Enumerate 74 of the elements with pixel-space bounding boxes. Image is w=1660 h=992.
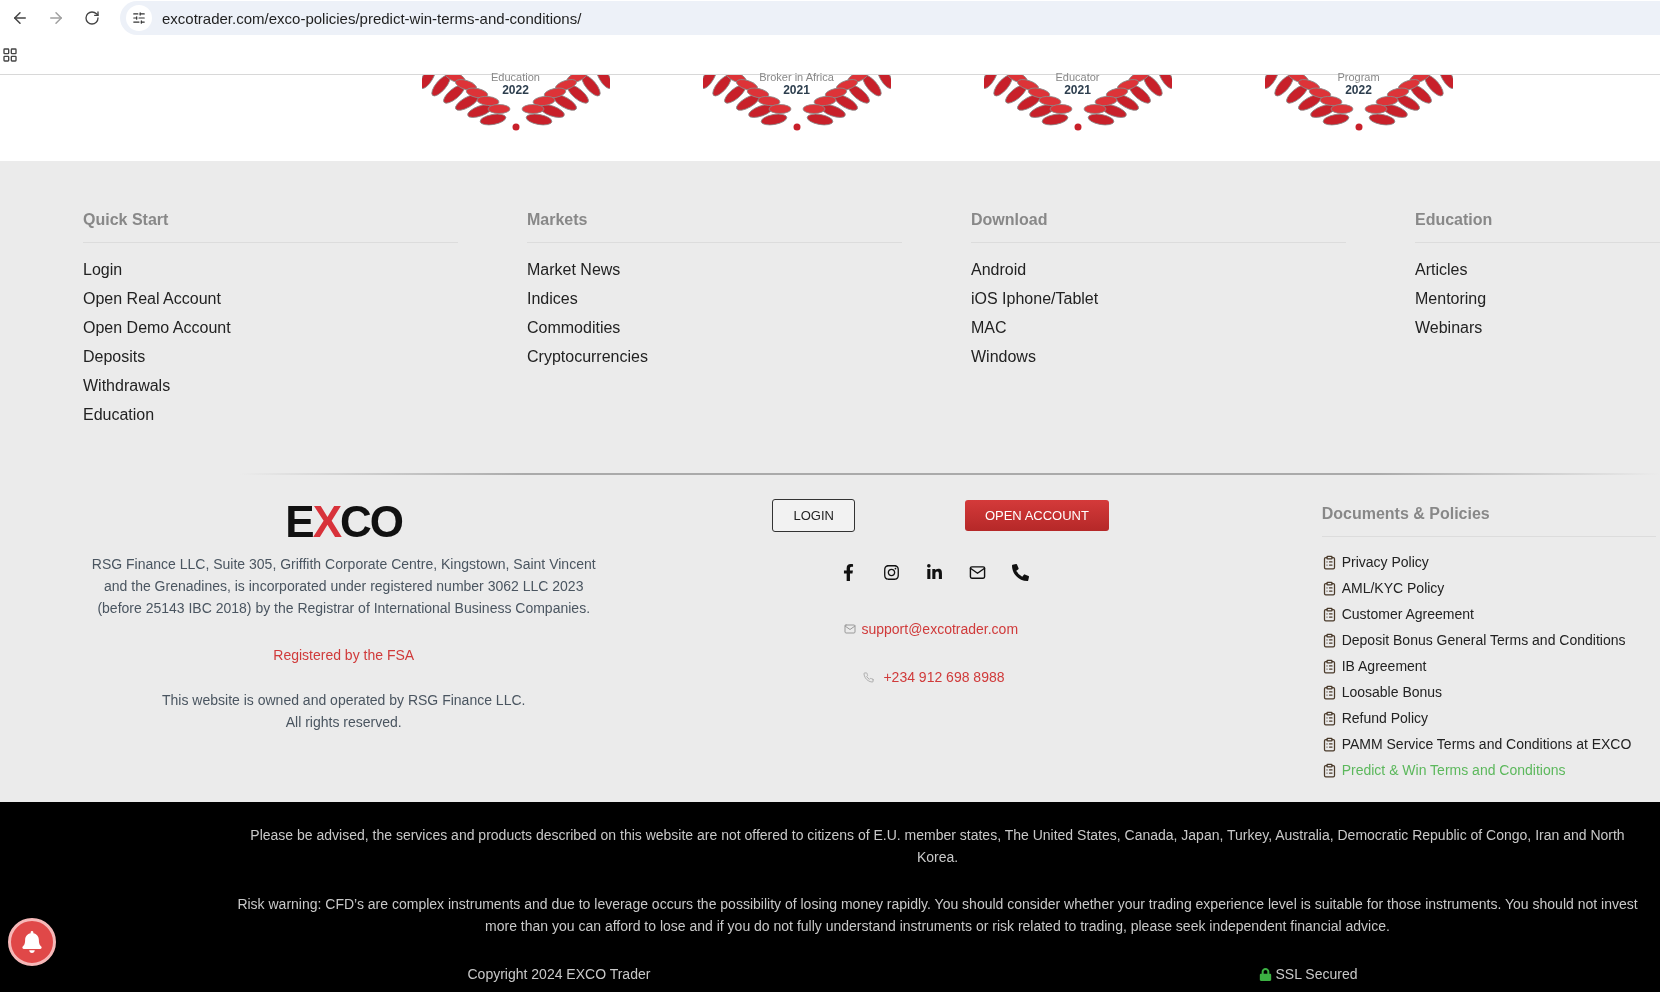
- email-link[interactable]: support@excotrader.com: [861, 621, 1019, 637]
- footer-link[interactable]: Articles: [1415, 255, 1468, 284]
- clipboard-icon: [1321, 554, 1337, 570]
- reload-icon: [84, 10, 100, 26]
- award-year: 2022: [502, 83, 529, 97]
- copyright-text: Copyright 2024 EXCO Trader: [467, 966, 651, 982]
- fsa-link[interactable]: Registered by the FSA: [273, 647, 415, 663]
- ownership-text: This website is owned and operated by RSG Finance LLC.: [162, 691, 526, 710]
- ownership-text: All rights reserved.: [285, 713, 402, 732]
- column-heading: Download: [971, 211, 1346, 243]
- column-heading: Quick Start: [83, 211, 458, 243]
- policy-link[interactable]: Deposit Bonus General Terms and Conditions: [1321, 627, 1660, 653]
- footer-link[interactable]: Android: [971, 255, 1027, 284]
- footer-link[interactable]: Deposits: [83, 342, 146, 371]
- clipboard-icon: [1321, 684, 1337, 700]
- clipboard-icon: [1321, 658, 1337, 674]
- footer-link[interactable]: Education: [83, 400, 155, 429]
- phone-link[interactable]: +234 912 698 8988: [883, 669, 1005, 685]
- login-button[interactable]: LOGIN: [772, 499, 855, 532]
- column-heading: Education: [1415, 211, 1660, 243]
- instagram-icon[interactable]: [883, 564, 901, 581]
- address-bar[interactable]: excotrader.com/exco-policies/predict-win-terms-and-conditions/: [120, 1, 1660, 35]
- footer-link[interactable]: Open Real Account: [83, 284, 221, 313]
- award-title: Education: [491, 71, 540, 83]
- footer-link[interactable]: Open Demo Account: [83, 313, 231, 342]
- footer-link[interactable]: Webinars: [1415, 313, 1483, 342]
- policy-link[interactable]: Customer Agreement: [1321, 601, 1660, 627]
- linkedin-icon[interactable]: [926, 564, 944, 581]
- documents-heading: Documents & Policies: [1321, 499, 1656, 537]
- forward-arrow-icon: [47, 9, 65, 27]
- exco-logo: EXCO: [285, 499, 403, 545]
- footer-link[interactable]: Cryptocurrencies: [527, 342, 648, 371]
- lock-icon: [1258, 967, 1272, 981]
- mail-icon: [844, 623, 857, 635]
- clipboard-icon: [1321, 736, 1337, 752]
- site-settings-icon[interactable]: [126, 5, 152, 31]
- policy-link[interactable]: IB Agreement: [1321, 653, 1660, 679]
- award-year: 2021: [783, 83, 810, 97]
- ssl-text: SSL Secured: [1275, 966, 1358, 982]
- footer-link[interactable]: MAC: [971, 313, 1007, 342]
- disclaimer-text: Please be advised, the services and products described on this website are not offered to citizens of E.U. member states, The United States, Canada, Japan, Turkey, Australia, Democratic Republic of Congo, Iran and North Korea.: [249, 826, 1626, 867]
- award-title: Program: [1337, 71, 1380, 83]
- policy-link[interactable]: PAMM Service Terms and Conditions at EXCO: [1321, 731, 1660, 757]
- footer-link[interactable]: iOS Iphone/Tablet: [971, 284, 1099, 313]
- footer-link[interactable]: Withdrawals: [83, 371, 171, 400]
- risk-warning-text: Risk warning: CFD’s are complex instruments and due to leverage occurs the possibility of losing money rapidly. You should consider whether your trading experience level is suitable for those instruments. You should not invest more than you can afford to lose and if you do not fully understand instruments or risk related to trading, please seek independent financial advice.: [236, 895, 1639, 936]
- clipboard-icon: [1321, 580, 1337, 596]
- award-year: 2021: [1064, 83, 1091, 97]
- url-text: excotrader.com/exco-policies/predict-win-terms-and-conditions/: [162, 9, 582, 27]
- policy-link[interactable]: Refund Policy: [1321, 705, 1660, 731]
- footer-link[interactable]: Market News: [527, 255, 621, 284]
- phone-icon[interactable]: [1012, 564, 1030, 581]
- clipboard-icon: [1321, 710, 1337, 726]
- apps-grid-icon[interactable]: [2, 47, 18, 63]
- footer-link[interactable]: Windows: [971, 342, 1036, 371]
- company-address: RSG Finance LLC, Suite 305, Griffith Corporate Centre, Kingstown, Saint Vincent and the Grenadines, is incorporated under registered number 3062 LLC 2023 (before 25143 IBC 2018) by the Registrar of International Business Companies.: [90, 555, 597, 618]
- column-heading: Markets: [527, 211, 902, 243]
- clipboard-icon: [1321, 762, 1337, 778]
- policy-link[interactable]: AML/KYC Policy: [1321, 575, 1660, 601]
- award-title: Educator: [1055, 71, 1100, 83]
- award-title: Broker in Africa: [759, 71, 834, 83]
- policy-link[interactable]: Loosable Bonus: [1321, 679, 1660, 705]
- clipboard-icon: [1321, 606, 1337, 622]
- footer-link[interactable]: Mentoring: [1415, 284, 1487, 313]
- footer-link[interactable]: Indices: [527, 284, 578, 313]
- open-account-button[interactable]: OPEN ACCOUNT: [964, 500, 1109, 531]
- footer-link[interactable]: Login: [83, 255, 123, 284]
- award-year: 2022: [1345, 83, 1372, 97]
- policy-link[interactable]: Privacy Policy: [1321, 549, 1660, 575]
- bell-icon: [21, 931, 43, 953]
- phone-icon: [863, 671, 875, 683]
- mail-icon[interactable]: [969, 564, 987, 581]
- clipboard-icon: [1321, 632, 1337, 648]
- footer-link[interactable]: Commodities: [527, 313, 621, 342]
